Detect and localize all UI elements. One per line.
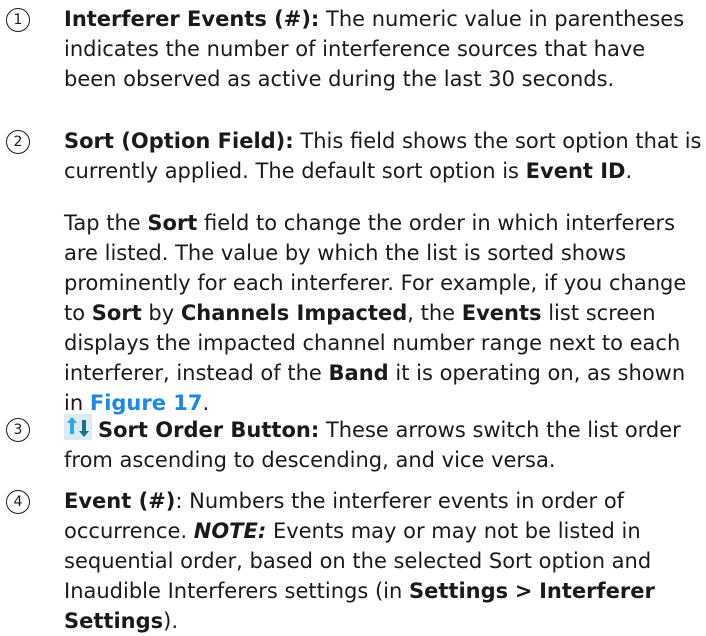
item-number-badge: 2 xyxy=(6,130,30,154)
item-paragraph: Interferer Events (#): The numeric value… xyxy=(64,4,704,94)
item-paragraph: Sort (Option Field): This field shows th… xyxy=(64,126,704,186)
bold-run: Channels Impacted xyxy=(180,301,408,325)
text-run: ). xyxy=(163,609,178,633)
text-run: Tap the xyxy=(64,211,141,235)
text-run: , the xyxy=(407,301,456,325)
default-sort-value: Event ID xyxy=(525,159,626,183)
bold-run: Sort xyxy=(147,211,198,235)
item-number-badge: 1 xyxy=(6,8,30,32)
item-number-badge: 3 xyxy=(6,418,30,442)
settings-ref: Settings xyxy=(409,579,509,603)
period: . xyxy=(625,159,633,183)
item-title: Sort (Option Field): xyxy=(64,129,294,153)
text-run: : xyxy=(175,489,183,513)
item-title: Event (#) xyxy=(64,489,176,513)
item-paragraph: Sort Order Button: These arrows switch t… xyxy=(64,414,704,475)
note-label: NOTE: xyxy=(193,519,267,543)
separator: > xyxy=(514,579,533,603)
item-paragraph: Event (#): Numbers the interferer events… xyxy=(64,486,704,636)
item-title: Sort Order Button: xyxy=(98,418,320,442)
figure-17-link[interactable]: Figure 17 xyxy=(90,391,203,415)
bold-run: Band xyxy=(328,361,389,385)
bold-run: Events xyxy=(461,301,542,325)
item-number-badge: 4 xyxy=(6,490,30,514)
item-paragraph-2: Tap the Sort field to change the order i… xyxy=(64,208,704,418)
bold-run: Sort xyxy=(91,301,142,325)
text-run: . xyxy=(202,391,210,415)
text-run: by xyxy=(148,301,175,325)
item-title: Interferer Events (#): xyxy=(64,7,320,31)
sort-order-arrows-icon xyxy=(64,414,92,440)
